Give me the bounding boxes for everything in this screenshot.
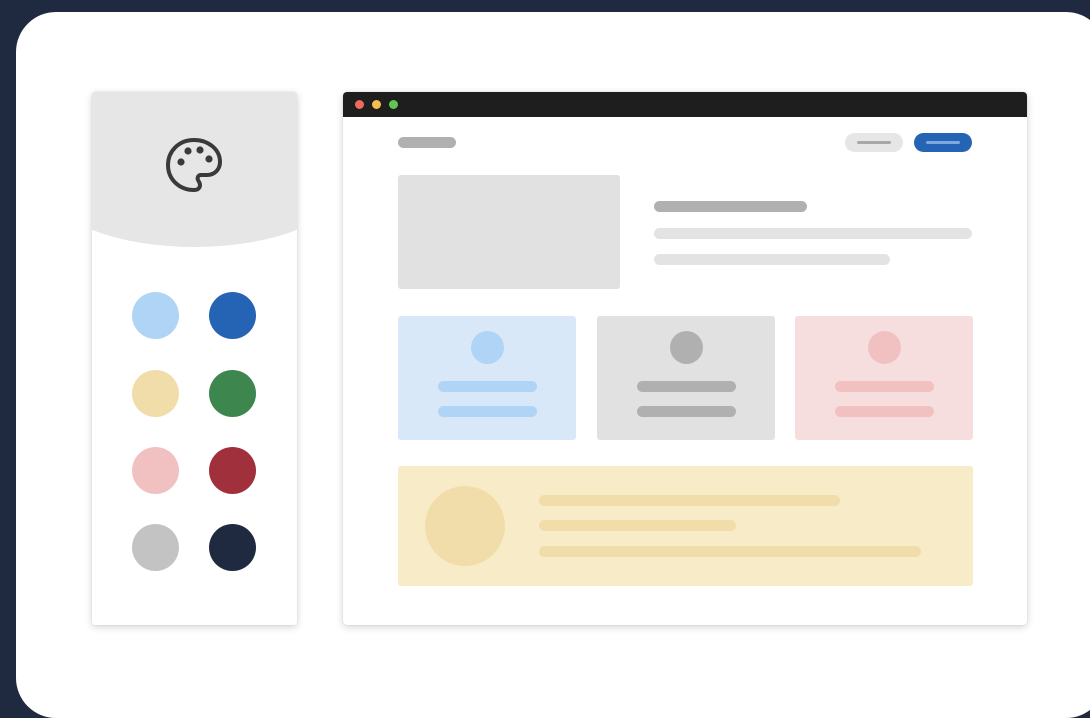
swatch-blue[interactable] (209, 292, 256, 339)
swatch-navy[interactable] (209, 524, 256, 571)
feature-card-pink (795, 316, 973, 440)
feature-card-blue (398, 316, 576, 440)
hero-heading-placeholder (654, 201, 807, 212)
feature-card-line (835, 381, 934, 392)
minimize-dot[interactable] (372, 100, 381, 109)
hero-text-line-1 (654, 228, 972, 239)
browser-window (343, 92, 1027, 625)
feature-card-line (835, 406, 934, 417)
feature-card-avatar (471, 331, 504, 364)
feature-card-line (637, 381, 736, 392)
banner-line-2 (539, 520, 736, 531)
banner-line-1 (539, 495, 840, 506)
close-dot[interactable] (355, 100, 364, 109)
hero-image-placeholder (398, 175, 620, 289)
banner-avatar (425, 486, 505, 566)
primary-button[interactable] (914, 133, 972, 152)
banner-yellow (398, 466, 973, 586)
browser-titlebar (343, 92, 1027, 117)
banner-line-3 (539, 546, 921, 557)
swatch-light-pink[interactable] (132, 447, 179, 494)
swatch-light-gray[interactable] (132, 524, 179, 571)
feature-card-line (438, 381, 537, 392)
hero-text-line-2 (654, 254, 890, 265)
swatch-light-blue[interactable] (132, 292, 179, 339)
palette-icon (166, 138, 222, 192)
maximize-dot[interactable] (389, 100, 398, 109)
feature-card-avatar (670, 331, 703, 364)
feature-card-line (438, 406, 537, 417)
swatch-green[interactable] (209, 370, 256, 417)
logo-placeholder (398, 137, 456, 148)
feature-card-line (637, 406, 736, 417)
feature-card-avatar (868, 331, 901, 364)
swatch-light-yellow[interactable] (132, 370, 179, 417)
color-palette-panel (92, 92, 297, 625)
secondary-button[interactable] (845, 133, 903, 152)
feature-card-gray (597, 316, 775, 440)
swatch-red[interactable] (209, 447, 256, 494)
